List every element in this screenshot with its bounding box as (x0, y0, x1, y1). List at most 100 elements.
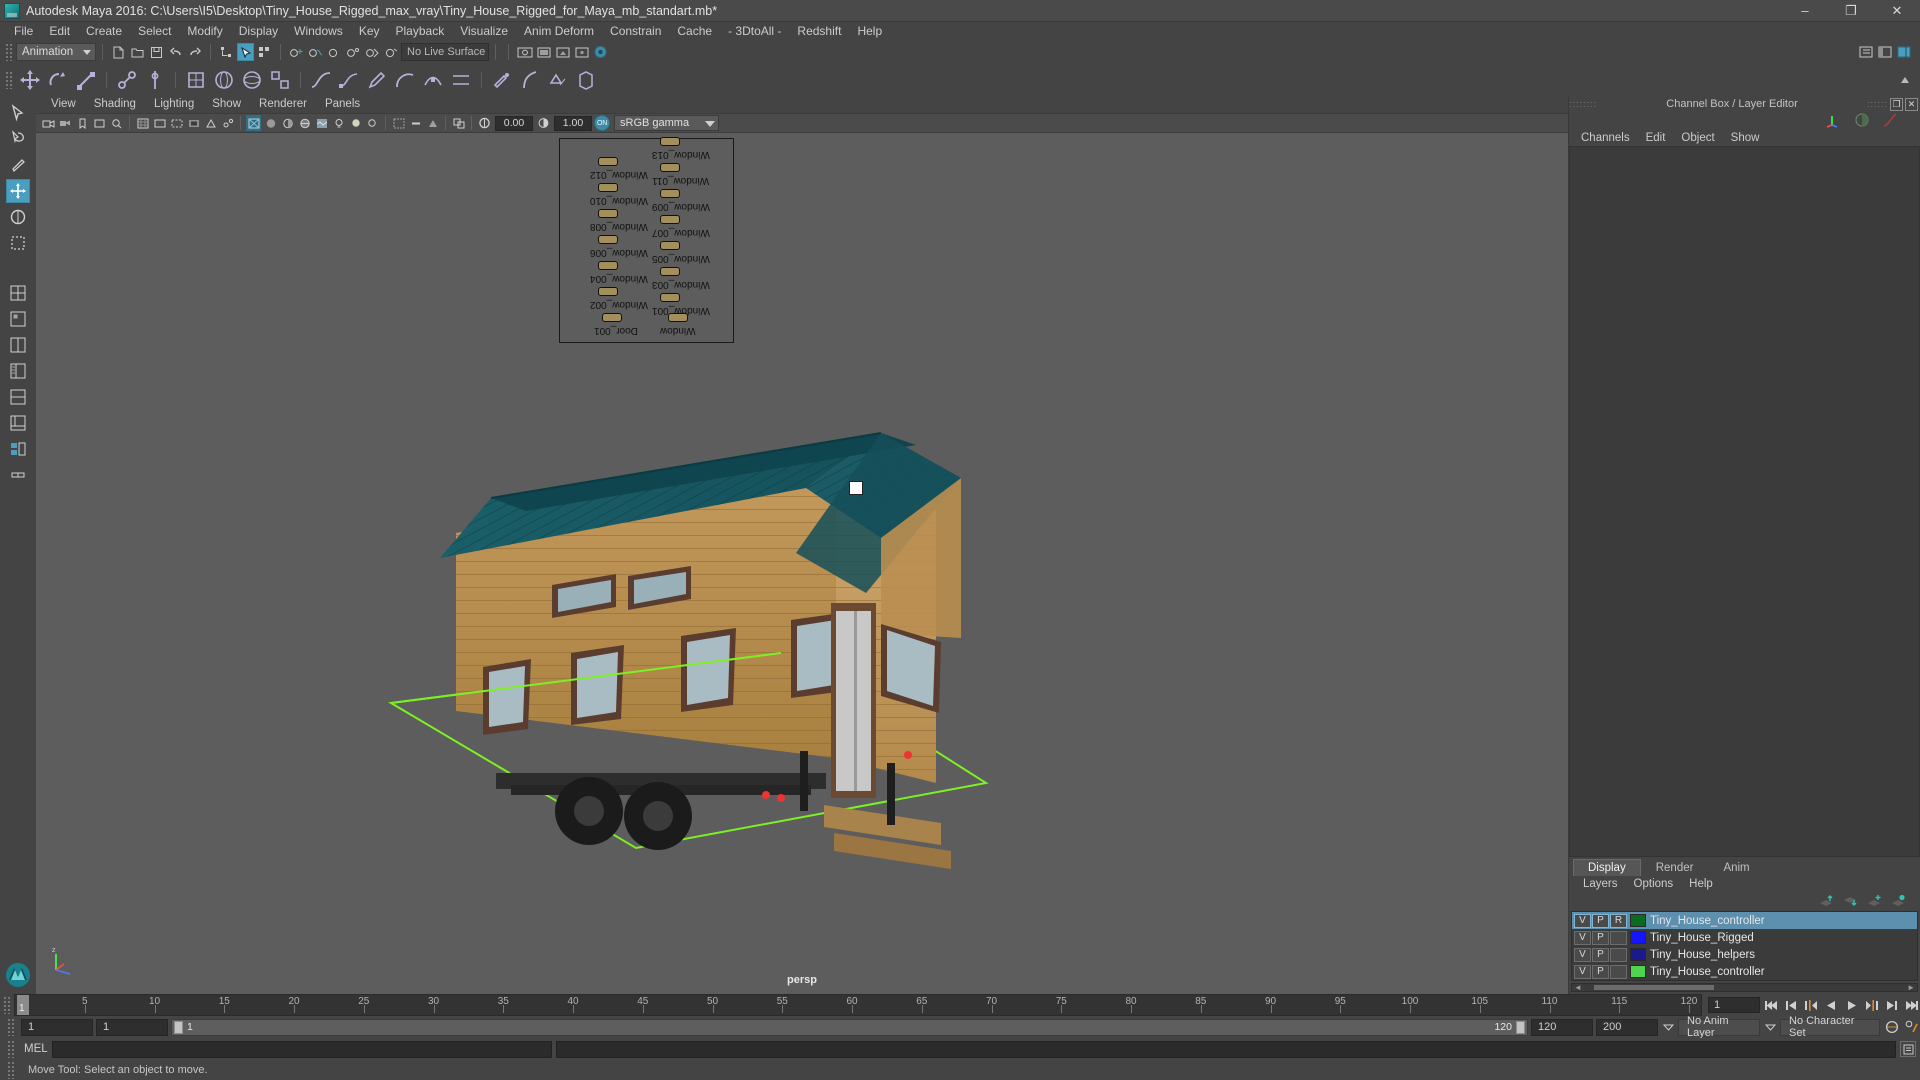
layout-more-icon[interactable] (6, 463, 30, 487)
new-scene-icon[interactable] (110, 43, 127, 61)
menu-file[interactable]: File (6, 22, 41, 40)
render-current-frame-icon[interactable] (535, 43, 552, 61)
scroll-left-arrow-icon[interactable]: ◄ (1572, 983, 1584, 992)
lasso-tool-icon[interactable] (6, 127, 30, 151)
layer-reference-toggle[interactable] (1610, 947, 1627, 962)
animation-preferences-icon[interactable] (1903, 1018, 1920, 1036)
rotate-tool-icon[interactable] (45, 67, 71, 93)
hypershade-persp-layout-icon[interactable] (6, 385, 30, 409)
layer-playback-toggle[interactable]: P (1592, 964, 1609, 979)
layer-playback-toggle[interactable]: P (1592, 913, 1609, 928)
move-tool-icon[interactable] (17, 67, 43, 93)
panel-grip[interactable]: :::::::: (1569, 99, 1597, 109)
menu-visualize[interactable]: Visualize (452, 22, 516, 40)
nurbs-surface-icon[interactable] (420, 67, 446, 93)
range-start-handle[interactable] (174, 1020, 183, 1034)
menu-help[interactable]: Help (849, 22, 890, 40)
toolbar-grip[interactable] (5, 43, 13, 61)
playback-start-field[interactable]: 1 (96, 1018, 168, 1036)
save-scene-icon[interactable] (148, 43, 165, 61)
gate-mask-icon[interactable] (186, 115, 201, 131)
layer-visibility-toggle[interactable]: V (1574, 930, 1591, 945)
character-set-dropdown-icon[interactable] (1763, 1019, 1777, 1036)
outliner-item[interactable]: Window (660, 325, 696, 336)
menu-3dtoall[interactable]: - 3DtoAll - (720, 22, 789, 40)
animation-start-field[interactable]: 1 (21, 1018, 93, 1036)
menu-modify[interactable]: Modify (179, 22, 230, 40)
playback-end-field[interactable]: 120 (1531, 1018, 1593, 1036)
step-back-frame-icon[interactable] (1803, 996, 1820, 1014)
motion-blur-icon[interactable] (408, 115, 423, 131)
snap-to-view-plane-icon[interactable] (364, 43, 381, 61)
open-scene-icon[interactable] (129, 43, 146, 61)
create-empty-layer-icon[interactable] (1866, 894, 1882, 911)
wireframe-on-shaded-icon[interactable] (297, 115, 312, 131)
render-globe-icon[interactable] (592, 43, 609, 61)
scroll-right-arrow-icon[interactable]: ► (1905, 983, 1917, 992)
select-tool-icon[interactable] (6, 101, 30, 125)
gamma-value[interactable]: 1.00 (554, 115, 592, 131)
menu-redshift[interactable]: Redshift (789, 22, 849, 40)
sidebar-tool-settings-icon[interactable] (1877, 43, 1894, 61)
layer-color-swatch[interactable] (1630, 965, 1646, 978)
bend-deformer-icon[interactable] (517, 67, 543, 93)
viewport-menu-lighting[interactable]: Lighting (145, 96, 203, 113)
snap-to-curve-icon[interactable] (307, 43, 324, 61)
outliner-item[interactable]: Window_012 (590, 169, 648, 180)
color-profile-select[interactable]: sRGB gamma (614, 115, 719, 131)
layer-row[interactable]: V P Tiny_House_helpers (1572, 946, 1917, 963)
layer-playback-toggle[interactable]: P (1592, 947, 1609, 962)
sphere-primitive-icon[interactable] (211, 67, 237, 93)
paint-effects-icon[interactable] (489, 67, 515, 93)
mel-output-field[interactable] (556, 1040, 1896, 1058)
menu-select[interactable]: Select (130, 22, 179, 40)
outliner-item[interactable]: Window_011 (652, 175, 709, 186)
layers-menu[interactable]: Layers (1575, 876, 1626, 893)
bookmark-icon[interactable] (75, 115, 90, 131)
create-layer-from-selected-icon[interactable] (1890, 894, 1906, 911)
range-end-handle[interactable] (1516, 1020, 1525, 1034)
cv-curve-icon[interactable] (336, 67, 362, 93)
snap-to-point-icon[interactable] (326, 43, 343, 61)
step-forward-key-icon[interactable] (1883, 996, 1900, 1014)
outliner-item[interactable]: Window_013 (652, 149, 710, 160)
half-circle-icon[interactable] (1854, 112, 1870, 131)
move-layer-down-icon[interactable] (1842, 894, 1858, 911)
viewport-menu-view[interactable]: View (42, 96, 85, 113)
menu-anim-deform[interactable]: Anim Deform (516, 22, 602, 40)
layer-reference-toggle[interactable] (1610, 964, 1627, 979)
select-by-hierarchy-icon[interactable] (218, 43, 235, 61)
channel-box-content[interactable] (1569, 146, 1920, 857)
play-forwards-icon[interactable] (1843, 996, 1860, 1014)
viewport-menu-renderer[interactable]: Renderer (250, 96, 316, 113)
channel-object-menu[interactable]: Object (1673, 130, 1722, 146)
close-button[interactable]: ✕ (1874, 0, 1920, 21)
wireframe-shading-icon[interactable] (246, 115, 261, 131)
layer-visibility-toggle[interactable]: V (1574, 964, 1591, 979)
command-line-grip[interactable] (7, 1040, 15, 1058)
script-editor-icon[interactable] (1900, 1041, 1916, 1057)
undo-icon[interactable] (167, 43, 184, 61)
scale-tool-icon[interactable] (73, 67, 99, 93)
go-to-end-icon[interactable] (1903, 996, 1920, 1014)
outliner-item[interactable]: Window_003 (652, 279, 710, 290)
outliner-item[interactable]: Window_002 (590, 299, 648, 310)
render-settings-icon[interactable] (573, 43, 590, 61)
shelf-grip[interactable] (5, 71, 13, 89)
rotate-tool-left-icon[interactable] (6, 205, 30, 229)
outliner-item[interactable]: Window_006 (590, 247, 648, 258)
outliner-item[interactable]: Window_009 (652, 201, 710, 212)
two-d-pan-zoom-icon[interactable] (109, 115, 124, 131)
four-view-layout-icon[interactable] (6, 281, 30, 305)
move-tool-left-icon[interactable] (6, 179, 30, 203)
character-set-field[interactable]: No Character Set (1780, 1015, 1880, 1039)
viewport-menu-panels[interactable]: Panels (316, 96, 369, 113)
curve-stroke-icon[interactable] (1882, 112, 1898, 131)
panel-grip[interactable]: :::::: (1867, 99, 1888, 109)
outliner-item[interactable]: Door_001 (594, 325, 638, 336)
outliner-item[interactable]: Window_007 (652, 227, 710, 238)
layer-row[interactable]: V P Tiny_House_Rigged (1572, 929, 1917, 946)
layer-list-scrollbar[interactable]: ◄ ► (1571, 983, 1918, 992)
multisample-aa-icon[interactable] (425, 115, 440, 131)
timeline-grip[interactable] (3, 996, 11, 1014)
